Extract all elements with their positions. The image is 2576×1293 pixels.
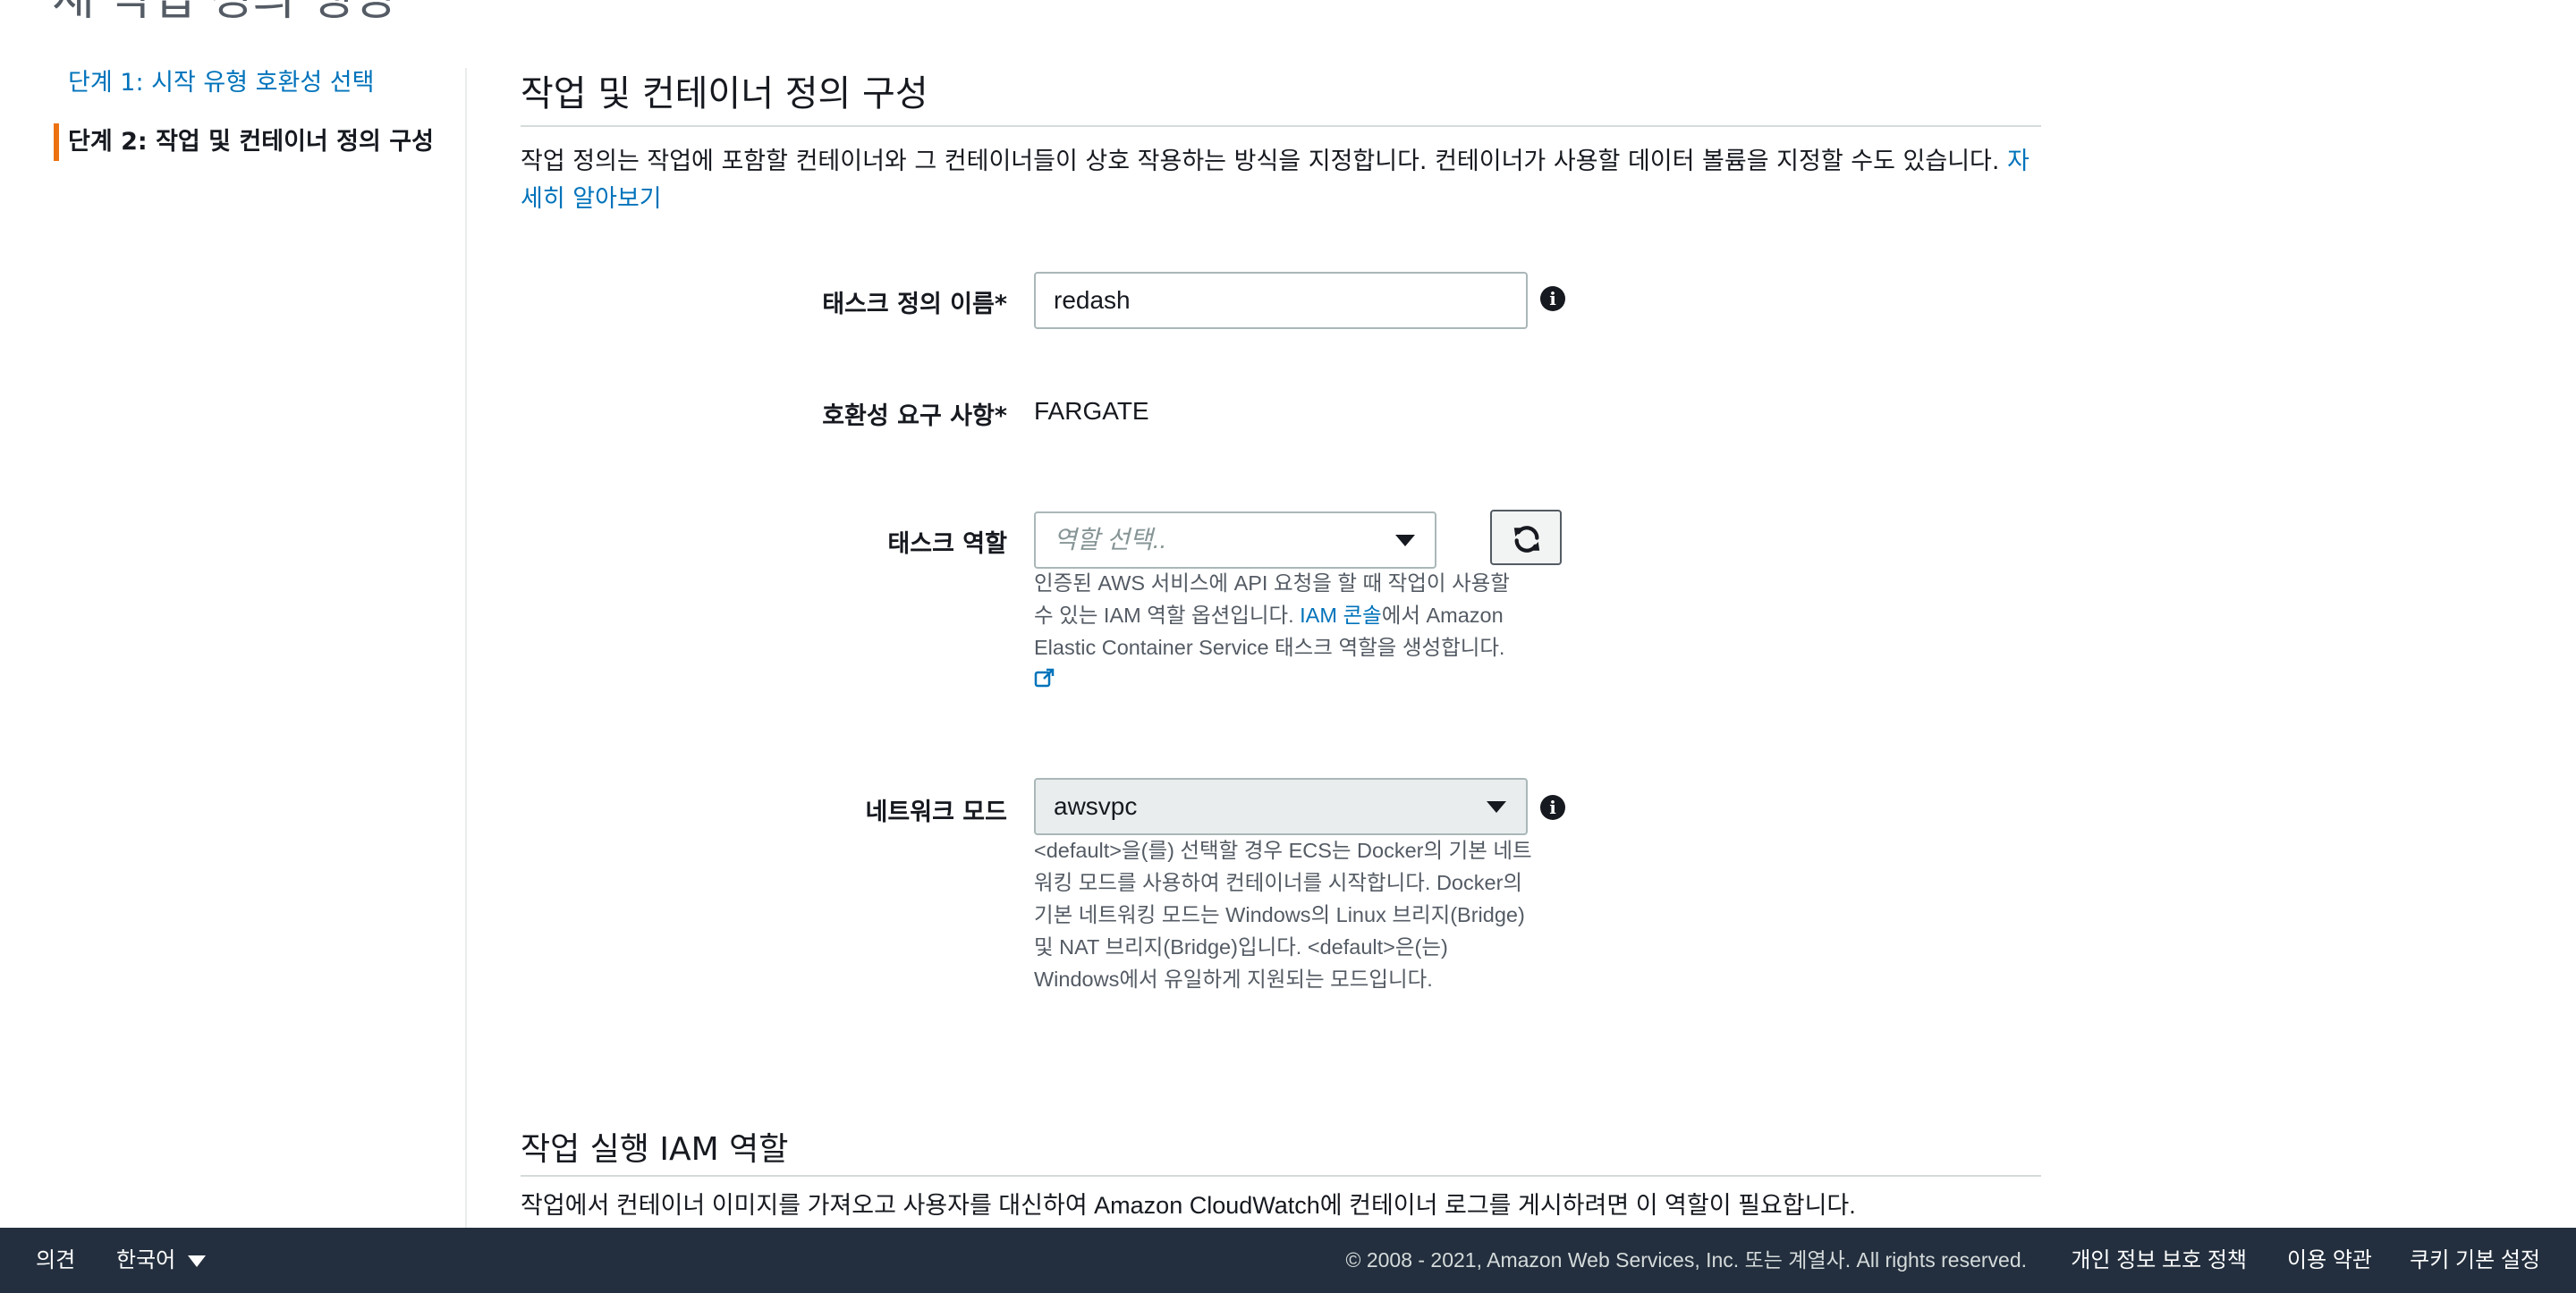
feedback-link[interactable]: 의견 [36,1228,75,1293]
task-role-select[interactable]: 역할 선택.. [1034,511,1436,569]
task-role-placeholder: 역할 선택.. [1054,526,1167,554]
step-2-current: 단계 2: 작업 및 컨테이너 정의 구성 [54,123,447,161]
cookie-preferences-link[interactable]: 쿠키 기본 설정 [2410,1228,2540,1293]
compat-label: 호환성 요구 사항* [822,402,1007,430]
nav-divider [465,68,467,1230]
page: 새 작업 정의 생성 단계 1: 시작 유형 호환성 선택 단계 2: 작업 및… [0,0,2576,1293]
footer: 의견 한국어 © 2008 - 2021, Amazon Web Service… [0,1228,2576,1293]
page-title: 새 작업 정의 생성 [52,0,395,28]
info-icon[interactable]: i [1540,795,1565,820]
task-def-name-label: 태스크 정의 이름* [822,291,1007,318]
compat-value: FARGATE [1034,397,1149,425]
privacy-link[interactable]: 개인 정보 보호 정책 [2071,1228,2247,1293]
section-description-text: 작업 정의는 작업에 포함할 컨테이너와 그 컨테이너들이 상호 작용하는 방식… [521,148,2008,175]
network-mode-help: <default>을(를) 선택할 경우 ECS는 Docker의 기본 네트워… [1034,839,1532,991]
task-role-help: 인증된 AWS 서비스에 API 요청을 할 때 작업이 사용할 수 있는 IA… [1034,567,1535,697]
language-label: 한국어 [116,1248,176,1272]
network-mode-select[interactable]: awsvpc [1034,778,1528,835]
section-divider [521,125,2041,127]
info-icon[interactable]: i [1540,286,1565,311]
network-mode-label: 네트워크 모드 [865,799,1007,826]
caret-down-icon [188,1255,207,1268]
language-selector[interactable]: 한국어 [116,1228,207,1293]
refresh-roles-button[interactable] [1490,510,1562,565]
section2-description: 작업에서 컨테이너 이미지를 가져오고 사용자를 대신하여 Amazon Clo… [521,1192,1856,1219]
task-role-label: 태스크 역할 [887,530,1007,558]
step-1-link[interactable]: 단계 1: 시작 유형 호환성 선택 [68,63,374,97]
section2-divider [521,1175,2041,1177]
section-description: 작업 정의는 작업에 포함할 컨테이너와 그 컨테이너들이 상호 작용하는 방식… [521,143,2041,218]
refresh-icon [1513,526,1540,553]
copyright-text: © 2008 - 2021, Amazon Web Services, Inc.… [1345,1248,2027,1272]
caret-down-icon [1487,801,1506,813]
section-title: 작업 및 컨테이너 정의 구성 [521,73,928,114]
external-link-icon[interactable] [1034,665,1055,697]
caret-down-icon [1395,535,1415,546]
section2-title: 작업 실행 IAM 역할 [521,1131,789,1168]
iam-console-link[interactable]: IAM 콘솔 [1300,604,1382,627]
network-mode-value: awsvpc [1054,792,1138,820]
terms-link[interactable]: 이용 약관 [2287,1228,2372,1293]
task-def-name-input[interactable] [1034,272,1528,329]
